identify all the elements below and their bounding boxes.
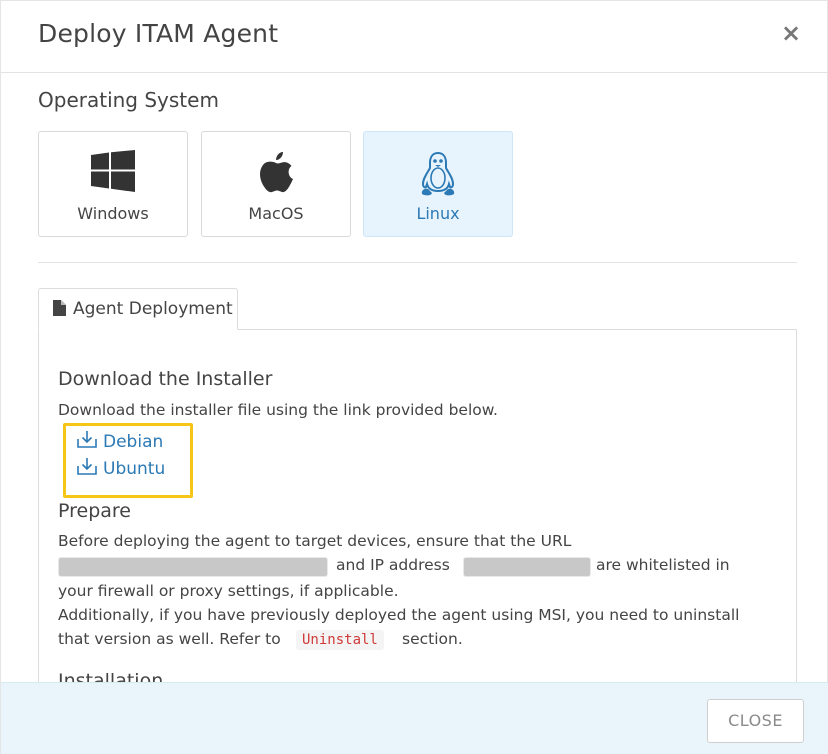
download-description: Download the installer file using the li… — [58, 401, 498, 419]
prepare-line-1: Before deploying the agent to target dev… — [58, 532, 572, 550]
deploy-agent-modal: Deploy ITAM Agent × Operating System Win… — [0, 0, 828, 754]
prepare-heading: Prepare — [58, 500, 131, 522]
tab-agent-deployment[interactable]: Agent Deployment — [38, 288, 238, 330]
section-divider — [38, 262, 797, 263]
download-link-debian[interactable]: Debian — [77, 430, 163, 453]
prepare-line-3: your firewall or proxy settings, if appl… — [58, 582, 399, 600]
close-icon[interactable]: × — [781, 21, 801, 45]
download-link-label: Ubuntu — [103, 458, 166, 479]
windows-icon — [39, 150, 187, 196]
apple-icon — [202, 150, 350, 196]
tab-panel: Download the Installer Download the inst… — [38, 329, 797, 689]
tab-label: Agent Deployment — [73, 299, 233, 319]
os-option-linux[interactable]: Linux — [363, 131, 513, 237]
uninstall-code: Uninstall — [296, 630, 384, 650]
redacted-url — [58, 557, 328, 577]
download-icon — [77, 457, 103, 480]
os-section-label: Operating System — [38, 88, 219, 112]
download-link-ubuntu[interactable]: Ubuntu — [77, 457, 165, 480]
modal-title: Deploy ITAM Agent — [38, 19, 279, 48]
os-option-macos[interactable]: MacOS — [201, 131, 351, 237]
document-icon — [53, 300, 66, 320]
linux-tux-icon — [364, 150, 512, 196]
prepare-line-2-end: are whitelisted in — [596, 556, 730, 574]
prepare-line-4: Additionally, if you have previously dep… — [58, 606, 740, 624]
download-link-label: Debian — [103, 431, 164, 452]
os-label-linux: Linux — [416, 204, 460, 223]
prepare-line-2-mid: and IP address — [336, 556, 450, 574]
redacted-ip — [463, 557, 591, 577]
modal-header: Deploy ITAM Agent × — [1, 1, 828, 73]
os-label-macos: MacOS — [248, 204, 304, 223]
modal-footer: CLOSE — [1, 682, 828, 754]
os-option-windows[interactable]: Windows — [38, 131, 188, 237]
prepare-line-5-start: that version as well. Refer to — [58, 630, 281, 648]
close-button[interactable]: CLOSE — [707, 699, 804, 743]
download-heading: Download the Installer — [58, 368, 273, 390]
os-label-windows: Windows — [77, 204, 149, 223]
prepare-line-5-end: section. — [402, 630, 463, 648]
download-icon — [77, 430, 103, 453]
